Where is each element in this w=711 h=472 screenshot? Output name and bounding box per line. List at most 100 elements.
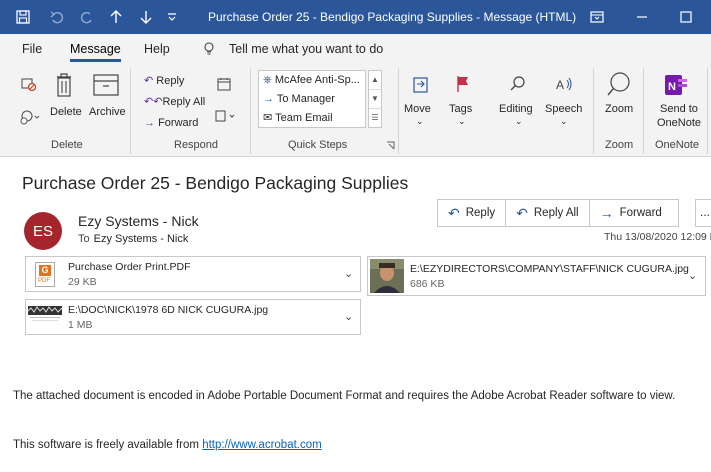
editing-chevron-icon[interactable]: ⌄ bbox=[515, 116, 523, 127]
message-actions: ↶ Reply ↶ Reply All → Forward bbox=[437, 199, 679, 227]
forward-icon: → bbox=[599, 205, 614, 221]
customize-icon[interactable] bbox=[162, 0, 182, 34]
send-to-onenote-label-1[interactable]: Send to bbox=[660, 103, 698, 115]
attachment-size: 1 MB bbox=[68, 319, 93, 331]
archive-button[interactable]: Archive bbox=[89, 106, 126, 118]
dialog-launcher-icon[interactable] bbox=[384, 139, 396, 151]
scroll-up-icon[interactable]: ▲ bbox=[369, 71, 381, 90]
more-actions-button[interactable]: ... bbox=[695, 199, 711, 227]
quick-step-mcafee[interactable]: ⎈ McAfee Anti-Sp... bbox=[263, 74, 360, 87]
ribbon-display-icon[interactable] bbox=[577, 0, 617, 34]
lightbulb-icon[interactable] bbox=[203, 42, 215, 57]
quick-steps-gallery: ⎈ McAfee Anti-Sp... → To Manager ✉ Team … bbox=[258, 70, 366, 128]
chevron-down-icon[interactable]: ⌄ bbox=[344, 310, 353, 323]
reply-icon: ↶ bbox=[144, 75, 154, 87]
title-bar: Purchase Order 25 - Bendigo Packaging Su… bbox=[0, 0, 711, 34]
tab-message[interactable]: Message bbox=[70, 42, 121, 62]
read-aloud-icon[interactable]: A bbox=[553, 73, 575, 95]
group-label-delete: Delete bbox=[51, 139, 83, 151]
ignore-icon[interactable] bbox=[18, 74, 38, 92]
group-label-respond: Respond bbox=[174, 139, 219, 151]
to-label: To bbox=[78, 233, 90, 245]
move-button[interactable]: Move bbox=[404, 103, 431, 115]
received-date: Thu 13/08/2020 12:09 P bbox=[604, 231, 711, 243]
forward-button[interactable]: → Forward bbox=[144, 117, 198, 129]
tab-file[interactable]: File bbox=[22, 42, 42, 56]
sender-name[interactable]: Ezy Systems - Nick bbox=[78, 213, 199, 229]
group-separator bbox=[643, 68, 644, 154]
tags-button[interactable]: Tags bbox=[449, 103, 472, 115]
move-icon[interactable] bbox=[410, 74, 432, 96]
speech-button[interactable]: Speech bbox=[545, 103, 582, 115]
forward-action-button[interactable]: → Forward bbox=[590, 200, 678, 226]
avatar[interactable]: ES bbox=[24, 212, 62, 250]
down-arrow-icon[interactable] bbox=[134, 0, 158, 34]
group-separator bbox=[130, 68, 131, 154]
pdf-file-icon: G PDF bbox=[35, 262, 55, 287]
attachment-size: 29 KB bbox=[68, 276, 97, 288]
reply-icon: ↶ bbox=[448, 204, 460, 221]
zoom-button[interactable]: Zoom bbox=[605, 103, 633, 115]
minimize-icon[interactable] bbox=[622, 0, 662, 34]
up-arrow-icon[interactable] bbox=[104, 0, 128, 34]
svg-text:N: N bbox=[668, 81, 676, 93]
recipient-name[interactable]: Ezy Systems - Nick bbox=[94, 233, 189, 245]
speech-chevron-icon[interactable]: ⌄ bbox=[560, 116, 568, 127]
reply-all-icon: ↶↶ bbox=[144, 96, 163, 108]
editing-button[interactable]: Editing bbox=[499, 103, 533, 115]
flag-icon[interactable] bbox=[453, 73, 473, 95]
move-chevron-icon[interactable]: ⌄ bbox=[416, 116, 424, 127]
delete-button[interactable]: Delete bbox=[50, 106, 82, 118]
attachment-item[interactable]: E:\DOC\NICK\1978 6D NICK CUGURA.jpg 1 MB… bbox=[25, 299, 361, 335]
chevron-down-icon[interactable]: ⌄ bbox=[344, 267, 353, 280]
quick-step-team-email[interactable]: ✉ Team Email bbox=[263, 111, 333, 124]
reply-all-action-button[interactable]: ↶ Reply All bbox=[506, 200, 590, 226]
save-icon[interactable] bbox=[10, 0, 36, 34]
meeting-reply-icon[interactable] bbox=[216, 77, 232, 91]
body-paragraph: This software is freely available from h… bbox=[13, 439, 322, 451]
ribbon: Delete Archive Delete ↶ Reply ↶↶Reply Al… bbox=[0, 64, 711, 157]
attachment-item[interactable]: E:\EZYDIRECTORS\COMPANY\STAFF\NICK CUGUR… bbox=[367, 256, 706, 296]
undo-icon[interactable] bbox=[44, 0, 70, 34]
reply-button[interactable]: ↶ Reply bbox=[144, 74, 184, 87]
photo-thumbnail bbox=[27, 303, 63, 331]
maximize-icon[interactable] bbox=[666, 0, 706, 34]
photo-thumbnail bbox=[370, 259, 404, 293]
group-separator bbox=[250, 68, 251, 154]
group-separator bbox=[398, 68, 399, 154]
redo-icon[interactable] bbox=[74, 0, 100, 34]
svg-text:A: A bbox=[556, 78, 564, 92]
zoom-icon[interactable] bbox=[605, 70, 633, 100]
acrobat-link[interactable]: http://www.acrobat.com bbox=[202, 439, 322, 451]
quick-steps-scroll[interactable]: ▲ ▼ ☰ bbox=[368, 70, 382, 128]
quick-step-to-manager[interactable]: → To Manager bbox=[263, 93, 335, 105]
arrow-right-icon: → bbox=[263, 93, 274, 105]
attachment-name: Purchase Order Print.PDF bbox=[68, 261, 191, 273]
recipient-line: To Ezy Systems - Nick bbox=[78, 233, 188, 245]
more-respond-icon[interactable] bbox=[214, 109, 238, 123]
tab-help[interactable]: Help bbox=[144, 42, 170, 56]
reply-action-button[interactable]: ↶ Reply bbox=[438, 200, 507, 226]
search-icon[interactable] bbox=[508, 73, 528, 95]
reply-all-icon: ↶ bbox=[516, 204, 528, 221]
tell-me-search[interactable]: Tell me what you want to do bbox=[229, 42, 383, 56]
attachment-item[interactable]: G PDF Purchase Order Print.PDF 29 KB ⌄ bbox=[25, 256, 361, 292]
send-to-onenote-label-2[interactable]: OneNote bbox=[657, 117, 701, 129]
cleanup-icon[interactable] bbox=[18, 108, 44, 126]
attachment-name: E:\EZYDIRECTORS\COMPANY\STAFF\NICK CUGUR… bbox=[410, 263, 689, 275]
reply-all-button[interactable]: ↶↶Reply All bbox=[144, 95, 205, 108]
group-separator bbox=[707, 68, 708, 154]
envelope-icon: ✉ bbox=[263, 112, 273, 124]
forward-icon: → bbox=[144, 117, 155, 129]
group-label-quick-steps: Quick Steps bbox=[288, 139, 348, 151]
delete-icon[interactable] bbox=[53, 70, 75, 100]
tags-chevron-icon[interactable]: ⌄ bbox=[458, 116, 466, 127]
archive-icon[interactable] bbox=[92, 73, 120, 97]
group-label-zoom: Zoom bbox=[605, 139, 634, 151]
scroll-down-icon[interactable]: ▼ bbox=[369, 90, 381, 109]
onenote-icon[interactable]: N bbox=[663, 72, 689, 98]
attachment-size: 686 KB bbox=[410, 278, 445, 290]
expand-gallery-icon[interactable]: ☰ bbox=[369, 109, 381, 128]
chevron-down-icon[interactable]: ⌄ bbox=[688, 269, 697, 282]
body-paragraph: The attached document is encoded in Adob… bbox=[13, 390, 676, 402]
